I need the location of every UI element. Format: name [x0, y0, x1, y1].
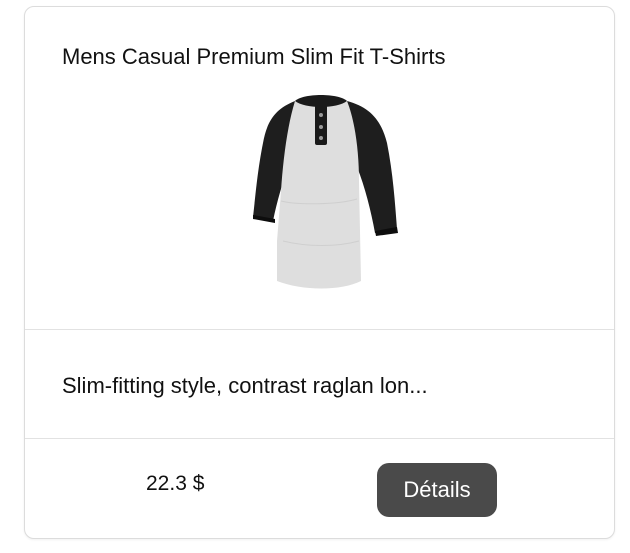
product-header: Mens Casual Premium Slim Fit T-Shirts — [25, 7, 614, 330]
product-description: Slim-fitting style, contrast raglan lon.… — [62, 373, 428, 398]
details-button[interactable]: Détails — [377, 463, 497, 517]
product-card: Mens Casual Premium Slim Fit T-Shirts Sl… — [24, 6, 615, 539]
product-title: Mens Casual Premium Slim Fit T-Shirts — [62, 44, 446, 69]
product-price: 22.3 $ — [146, 472, 205, 495]
henley-shirt-image — [237, 81, 405, 293]
product-description-section: Slim-fitting style, contrast raglan lon.… — [25, 329, 614, 439]
product-footer: 22.3 $ Détails — [25, 439, 614, 538]
